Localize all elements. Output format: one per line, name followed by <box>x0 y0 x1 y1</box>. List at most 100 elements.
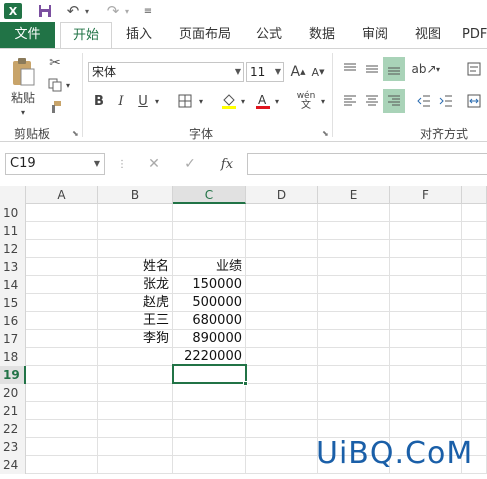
cell[interactable] <box>26 384 98 402</box>
redo-dropdown-icon[interactable]: ▾ <box>122 0 132 22</box>
phonetic-guide-button[interactable]: wén 文 <box>294 89 318 113</box>
select-all-corner[interactable] <box>0 186 26 204</box>
tab-page-layout[interactable]: 页面布局 <box>172 22 238 48</box>
cell[interactable] <box>390 402 462 420</box>
cell[interactable] <box>462 330 487 348</box>
cell[interactable] <box>318 366 390 384</box>
row-header[interactable]: 11 <box>0 222 26 240</box>
font-size-select[interactable]: 11 ▼ <box>246 62 284 82</box>
cell[interactable] <box>318 348 390 366</box>
tab-review[interactable]: 审阅 <box>355 22 395 48</box>
cell-score[interactable] <box>173 402 246 420</box>
cell[interactable] <box>462 204 487 222</box>
cell[interactable] <box>26 366 98 384</box>
underline-button[interactable]: U <box>134 91 152 111</box>
row-header[interactable]: 19 <box>0 366 26 384</box>
cell[interactable] <box>390 276 462 294</box>
cell-name[interactable] <box>98 402 173 420</box>
cell-name[interactable] <box>98 420 173 438</box>
bold-button[interactable]: B <box>90 91 108 111</box>
cell[interactable] <box>246 204 318 222</box>
cell-name[interactable] <box>98 222 173 240</box>
cell-score[interactable]: 500000 <box>173 294 246 312</box>
insert-function-button[interactable]: fx <box>216 154 238 174</box>
cell[interactable] <box>390 258 462 276</box>
cell-name[interactable]: 赵虎 <box>98 294 173 312</box>
cell[interactable] <box>390 330 462 348</box>
row-header[interactable]: 13 <box>0 258 26 276</box>
cell[interactable] <box>26 402 98 420</box>
row-header[interactable]: 17 <box>0 330 26 348</box>
align-top-icon[interactable] <box>340 59 360 79</box>
cell[interactable] <box>318 240 390 258</box>
align-middle-icon[interactable] <box>362 59 382 79</box>
cell[interactable] <box>462 276 487 294</box>
cell[interactable] <box>26 348 98 366</box>
cell[interactable] <box>246 384 318 402</box>
row-header[interactable]: 16 <box>0 312 26 330</box>
cell-score[interactable] <box>173 204 246 222</box>
cell-score[interactable]: 150000 <box>173 276 246 294</box>
cell[interactable] <box>390 204 462 222</box>
cell[interactable] <box>246 258 318 276</box>
cell[interactable] <box>390 384 462 402</box>
cell-score[interactable] <box>173 456 246 474</box>
cell[interactable] <box>462 312 487 330</box>
column-header-g[interactable] <box>462 186 487 204</box>
cell[interactable] <box>462 294 487 312</box>
formula-input[interactable] <box>247 153 487 175</box>
cell-name[interactable]: 王三 <box>98 312 173 330</box>
cell[interactable] <box>318 204 390 222</box>
fill-color-icon[interactable] <box>220 89 238 113</box>
cell-name[interactable] <box>98 456 173 474</box>
row-header[interactable]: 10 <box>0 204 26 222</box>
undo-icon[interactable]: ↶ <box>64 0 82 22</box>
cell-name[interactable] <box>98 204 173 222</box>
cell[interactable] <box>246 294 318 312</box>
cell[interactable] <box>26 330 98 348</box>
row-header[interactable]: 15 <box>0 294 26 312</box>
tab-pdf[interactable]: PDF <box>462 22 487 48</box>
fill-handle[interactable] <box>243 381 248 386</box>
cell[interactable] <box>390 312 462 330</box>
tab-file[interactable]: 文件 <box>0 22 55 48</box>
cell[interactable] <box>246 456 318 474</box>
paste-dropdown-icon[interactable]: ▾ <box>18 107 28 117</box>
cell[interactable] <box>390 348 462 366</box>
cell-name[interactable] <box>98 240 173 258</box>
cell[interactable] <box>462 384 487 402</box>
cell[interactable] <box>26 294 98 312</box>
cell[interactable] <box>462 240 487 258</box>
cell-score[interactable] <box>173 420 246 438</box>
tab-home[interactable]: 开始 <box>60 22 112 49</box>
row-header[interactable]: 20 <box>0 384 26 402</box>
cell[interactable] <box>246 276 318 294</box>
orientation-dropdown-icon[interactable]: ▾ <box>434 63 442 75</box>
cell[interactable] <box>246 330 318 348</box>
cell[interactable] <box>390 294 462 312</box>
cell[interactable] <box>26 276 98 294</box>
column-header-f[interactable]: F <box>390 186 462 204</box>
cell[interactable] <box>318 294 390 312</box>
row-header[interactable]: 12 <box>0 240 26 258</box>
row-header[interactable]: 14 <box>0 276 26 294</box>
cell[interactable] <box>26 420 98 438</box>
cell[interactable] <box>318 330 390 348</box>
cell[interactable] <box>462 366 487 384</box>
cell-score[interactable]: 890000 <box>173 330 246 348</box>
italic-button[interactable]: I <box>112 91 130 111</box>
font-launcher-icon[interactable]: ⬊ <box>322 129 329 138</box>
cell-name[interactable] <box>98 366 173 384</box>
align-center-icon[interactable] <box>362 91 382 111</box>
cell[interactable] <box>26 222 98 240</box>
copy-icon[interactable] <box>46 77 64 93</box>
cell[interactable] <box>462 348 487 366</box>
column-header-d[interactable]: D <box>246 186 318 204</box>
decrease-indent-icon[interactable] <box>414 91 434 111</box>
fill-color-dropdown-icon[interactable]: ▾ <box>238 95 248 107</box>
borders-dropdown-icon[interactable]: ▾ <box>196 95 206 107</box>
shrink-font-button[interactable]: A ▼ <box>310 62 326 82</box>
cell-score[interactable] <box>173 438 246 456</box>
cell-score[interactable] <box>173 384 246 402</box>
drag-handle-icon[interactable]: ⋮ <box>117 154 127 174</box>
